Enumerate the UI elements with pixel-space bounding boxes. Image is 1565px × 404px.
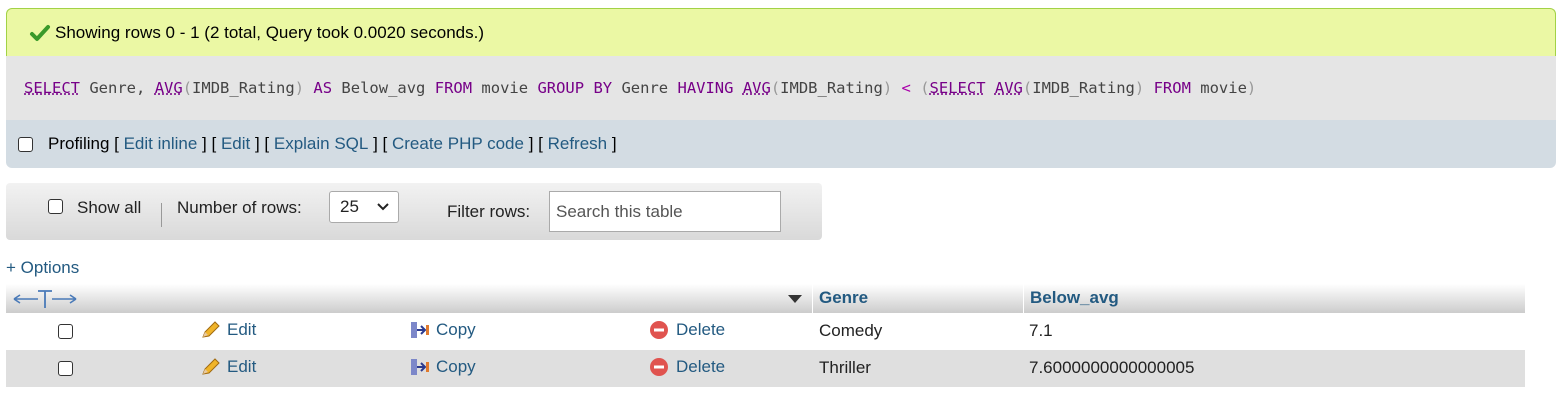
edit-link[interactable]: Edit [221,134,250,154]
sql-query-display: SELECT Genre, AVG(IMDB_Rating) AS Below_… [6,56,1556,120]
copy-label: Copy [436,320,476,339]
copy-icon [411,359,429,375]
edit-inline-link[interactable]: Edit inline [124,134,198,154]
cell-genre[interactable]: Comedy [819,321,882,341]
table-row: Edit Copy Delete Thriller 7.600000000000… [6,350,1525,387]
edit-row-button[interactable]: Edit [200,357,256,377]
options-toggle-link[interactable]: + Options [6,258,79,278]
query-success-message: Showing rows 0 - 1 (2 total, Query took … [6,8,1556,56]
column-header-below-avg[interactable]: Below_avg [1030,288,1119,308]
delete-label: Delete [676,320,726,339]
filter-rows-label: Filter rows: [447,202,531,221]
sort-dropdown-icon[interactable] [787,293,803,305]
delete-row-button[interactable]: Delete [649,320,725,340]
explain-sql-link[interactable]: Explain SQL [274,134,369,154]
copy-label: Copy [436,357,476,376]
refresh-link[interactable]: Refresh [548,134,608,154]
filter-rows-search-input[interactable] [549,191,781,232]
resize-columns-icon[interactable] [12,288,78,310]
cell-below-avg[interactable]: 7.1 [1029,321,1053,341]
checkmark-icon [30,24,50,41]
profiling-checkbox[interactable] [18,136,33,152]
edit-label: Edit [227,320,257,339]
copy-row-button[interactable]: Copy [409,357,476,377]
table-row: Edit Copy Delete Comedy 7.1 [6,313,1525,350]
number-of-rows-value: 25 [340,197,359,216]
edit-label: Edit [227,357,257,376]
delete-icon [650,358,668,376]
column-header-genre[interactable]: Genre [819,288,868,308]
create-php-code-link[interactable]: Create PHP code [392,134,524,154]
number-of-rows-label: Number of rows: [177,198,302,217]
cell-below-avg[interactable]: 7.6000000000000005 [1029,358,1194,378]
status-text: Showing rows 0 - 1 (2 total, Query took … [55,22,485,42]
copy-row-button[interactable]: Copy [409,320,476,340]
number-of-rows-select[interactable]: 25 [329,191,399,223]
delete-row-button[interactable]: Delete [649,357,725,377]
table-navigation-bar: Show all Number of rows: 25 Filter rows: [6,183,822,240]
cell-genre[interactable]: Thriller [819,358,871,378]
divider [161,203,162,227]
sql-query-text: SELECT Genre, AVG(IMDB_Rating) AS Below_… [24,79,1257,97]
results-table-header: Genre Below_avg [6,284,1525,313]
column-divider [812,284,813,313]
chevron-down-icon [377,203,389,211]
row-checkbox[interactable] [58,361,73,376]
profiling-label: Profiling [48,134,110,153]
column-divider [1023,284,1024,313]
edit-row-button[interactable]: Edit [200,320,256,340]
delete-icon [650,321,668,339]
copy-icon [411,322,429,338]
show-all-label[interactable]: Show all [77,198,141,218]
profiling-bar: Profiling [ Edit inline ] [ Edit ] [ Exp… [6,120,1556,168]
delete-label: Delete [676,357,726,376]
pencil-icon [202,321,220,338]
pencil-icon [202,358,220,375]
row-checkbox[interactable] [58,324,73,339]
show-all-checkbox[interactable] [48,199,63,214]
